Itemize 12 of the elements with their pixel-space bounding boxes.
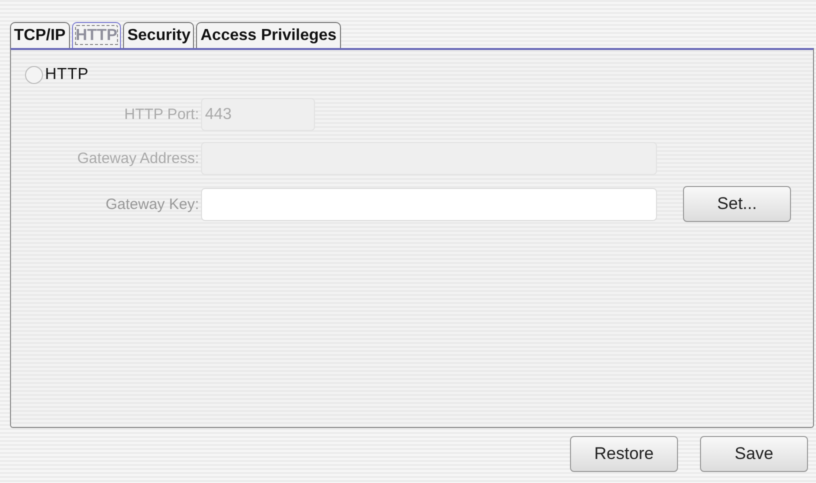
tab[interactable]: Access Privileges: [196, 22, 341, 48]
tab[interactable]: Security: [123, 22, 194, 48]
save-button[interactable]: Save: [700, 436, 808, 472]
set-button[interactable]: Set...: [683, 186, 791, 222]
radio-label: HTTP: [45, 66, 89, 84]
restore-button[interactable]: Restore: [570, 436, 678, 472]
field-label: Gateway Address:: [77, 150, 200, 167]
field-label: Gateway Key:: [106, 196, 200, 212]
tab[interactable]: TCP/IP: [10, 22, 70, 48]
field-label: HTTP Port:: [124, 106, 200, 123]
input-field[interactable]: [201, 188, 657, 220]
radio-button[interactable]: [25, 66, 43, 84]
